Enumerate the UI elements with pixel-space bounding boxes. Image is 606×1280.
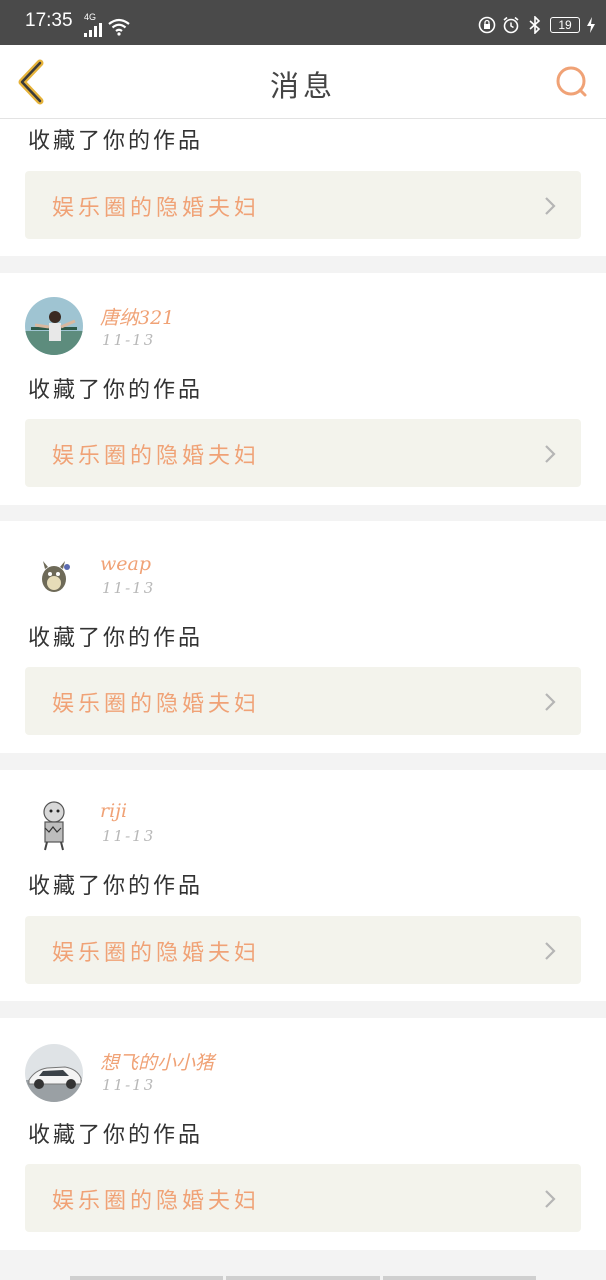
notification-action: 收藏了你的作品 xyxy=(28,874,204,899)
wifi-icon xyxy=(108,18,130,36)
notification-date: 11-13 xyxy=(102,579,156,597)
username[interactable]: riji xyxy=(100,800,127,822)
nav-hint-segment xyxy=(226,1276,380,1280)
chevron-right-icon xyxy=(545,942,556,960)
charging-icon xyxy=(586,16,596,34)
bluetooth-icon xyxy=(526,16,544,34)
app-header: 消息 xyxy=(0,45,606,119)
page-title: 消息 xyxy=(269,69,336,103)
chevron-right-icon xyxy=(545,693,556,711)
notification-card: riji 11-13 收藏了你的作品 娱乐圈的隐婚夫妇 xyxy=(0,770,606,1001)
work-link[interactable]: 娱乐圈的隐婚夫妇 xyxy=(25,171,581,239)
work-title: 娱乐圈的隐婚夫妇 xyxy=(52,196,261,221)
notification-date: 11-13 xyxy=(102,827,156,845)
username[interactable]: 想飞的小小猪 xyxy=(100,1048,214,1075)
work-title: 娱乐圈的隐婚夫妇 xyxy=(52,941,261,966)
notification-action: 收藏了你的作品 xyxy=(28,378,204,403)
battery-level: 19 xyxy=(550,17,580,33)
notification-card: 想飞的小小猪 11-13 收藏了你的作品 娱乐圈的隐婚夫妇 xyxy=(0,1018,606,1250)
notification-card: weap 11-13 收藏了你的作品 娱乐圈的隐婚夫妇 xyxy=(0,521,606,753)
nav-hint-segment xyxy=(70,1276,224,1280)
avatar[interactable] xyxy=(25,794,83,852)
network-type: 4G xyxy=(84,12,97,22)
avatar[interactable] xyxy=(25,297,83,355)
work-link[interactable]: 娱乐圈的隐婚夫妇 xyxy=(25,419,581,487)
nav-hint-segment xyxy=(382,1276,536,1280)
work-title: 娱乐圈的隐婚夫妇 xyxy=(52,1189,261,1214)
bottom-nav-hint xyxy=(70,1276,536,1280)
chevron-right-icon xyxy=(545,445,556,463)
chevron-right-icon xyxy=(545,1190,556,1208)
notification-date: 11-13 xyxy=(102,331,156,349)
username[interactable]: weap xyxy=(100,553,151,575)
status-icons: 19 xyxy=(478,16,596,34)
avatar[interactable] xyxy=(25,547,83,605)
search-icon[interactable] xyxy=(554,64,590,100)
work-link[interactable]: 娱乐圈的隐婚夫妇 xyxy=(25,916,581,984)
status-bar: 17:35 4G 19 xyxy=(0,0,606,45)
work-title: 娱乐圈的隐婚夫妇 xyxy=(52,444,261,469)
signal-icon xyxy=(84,23,102,37)
lock-rotation-icon xyxy=(478,16,496,34)
work-link[interactable]: 娱乐圈的隐婚夫妇 xyxy=(25,667,581,735)
notification-action: 收藏了你的作品 xyxy=(28,129,204,154)
notification-action: 收藏了你的作品 xyxy=(28,626,204,651)
chevron-right-icon xyxy=(545,197,556,215)
notification-card: 收藏了你的作品 娱乐圈的隐婚夫妇 xyxy=(0,119,606,256)
notification-card: 唐纳321 11-13 收藏了你的作品 娱乐圈的隐婚夫妇 xyxy=(0,273,606,505)
work-title: 娱乐圈的隐婚夫妇 xyxy=(52,692,261,717)
notification-action: 收藏了你的作品 xyxy=(28,1123,204,1148)
status-time: 17:35 xyxy=(25,10,73,31)
work-link[interactable]: 娱乐圈的隐婚夫妇 xyxy=(25,1164,581,1232)
avatar[interactable] xyxy=(25,1044,83,1102)
username[interactable]: 唐纳321 xyxy=(100,303,174,330)
notification-date: 11-13 xyxy=(102,1076,156,1094)
alarm-icon xyxy=(502,16,520,34)
